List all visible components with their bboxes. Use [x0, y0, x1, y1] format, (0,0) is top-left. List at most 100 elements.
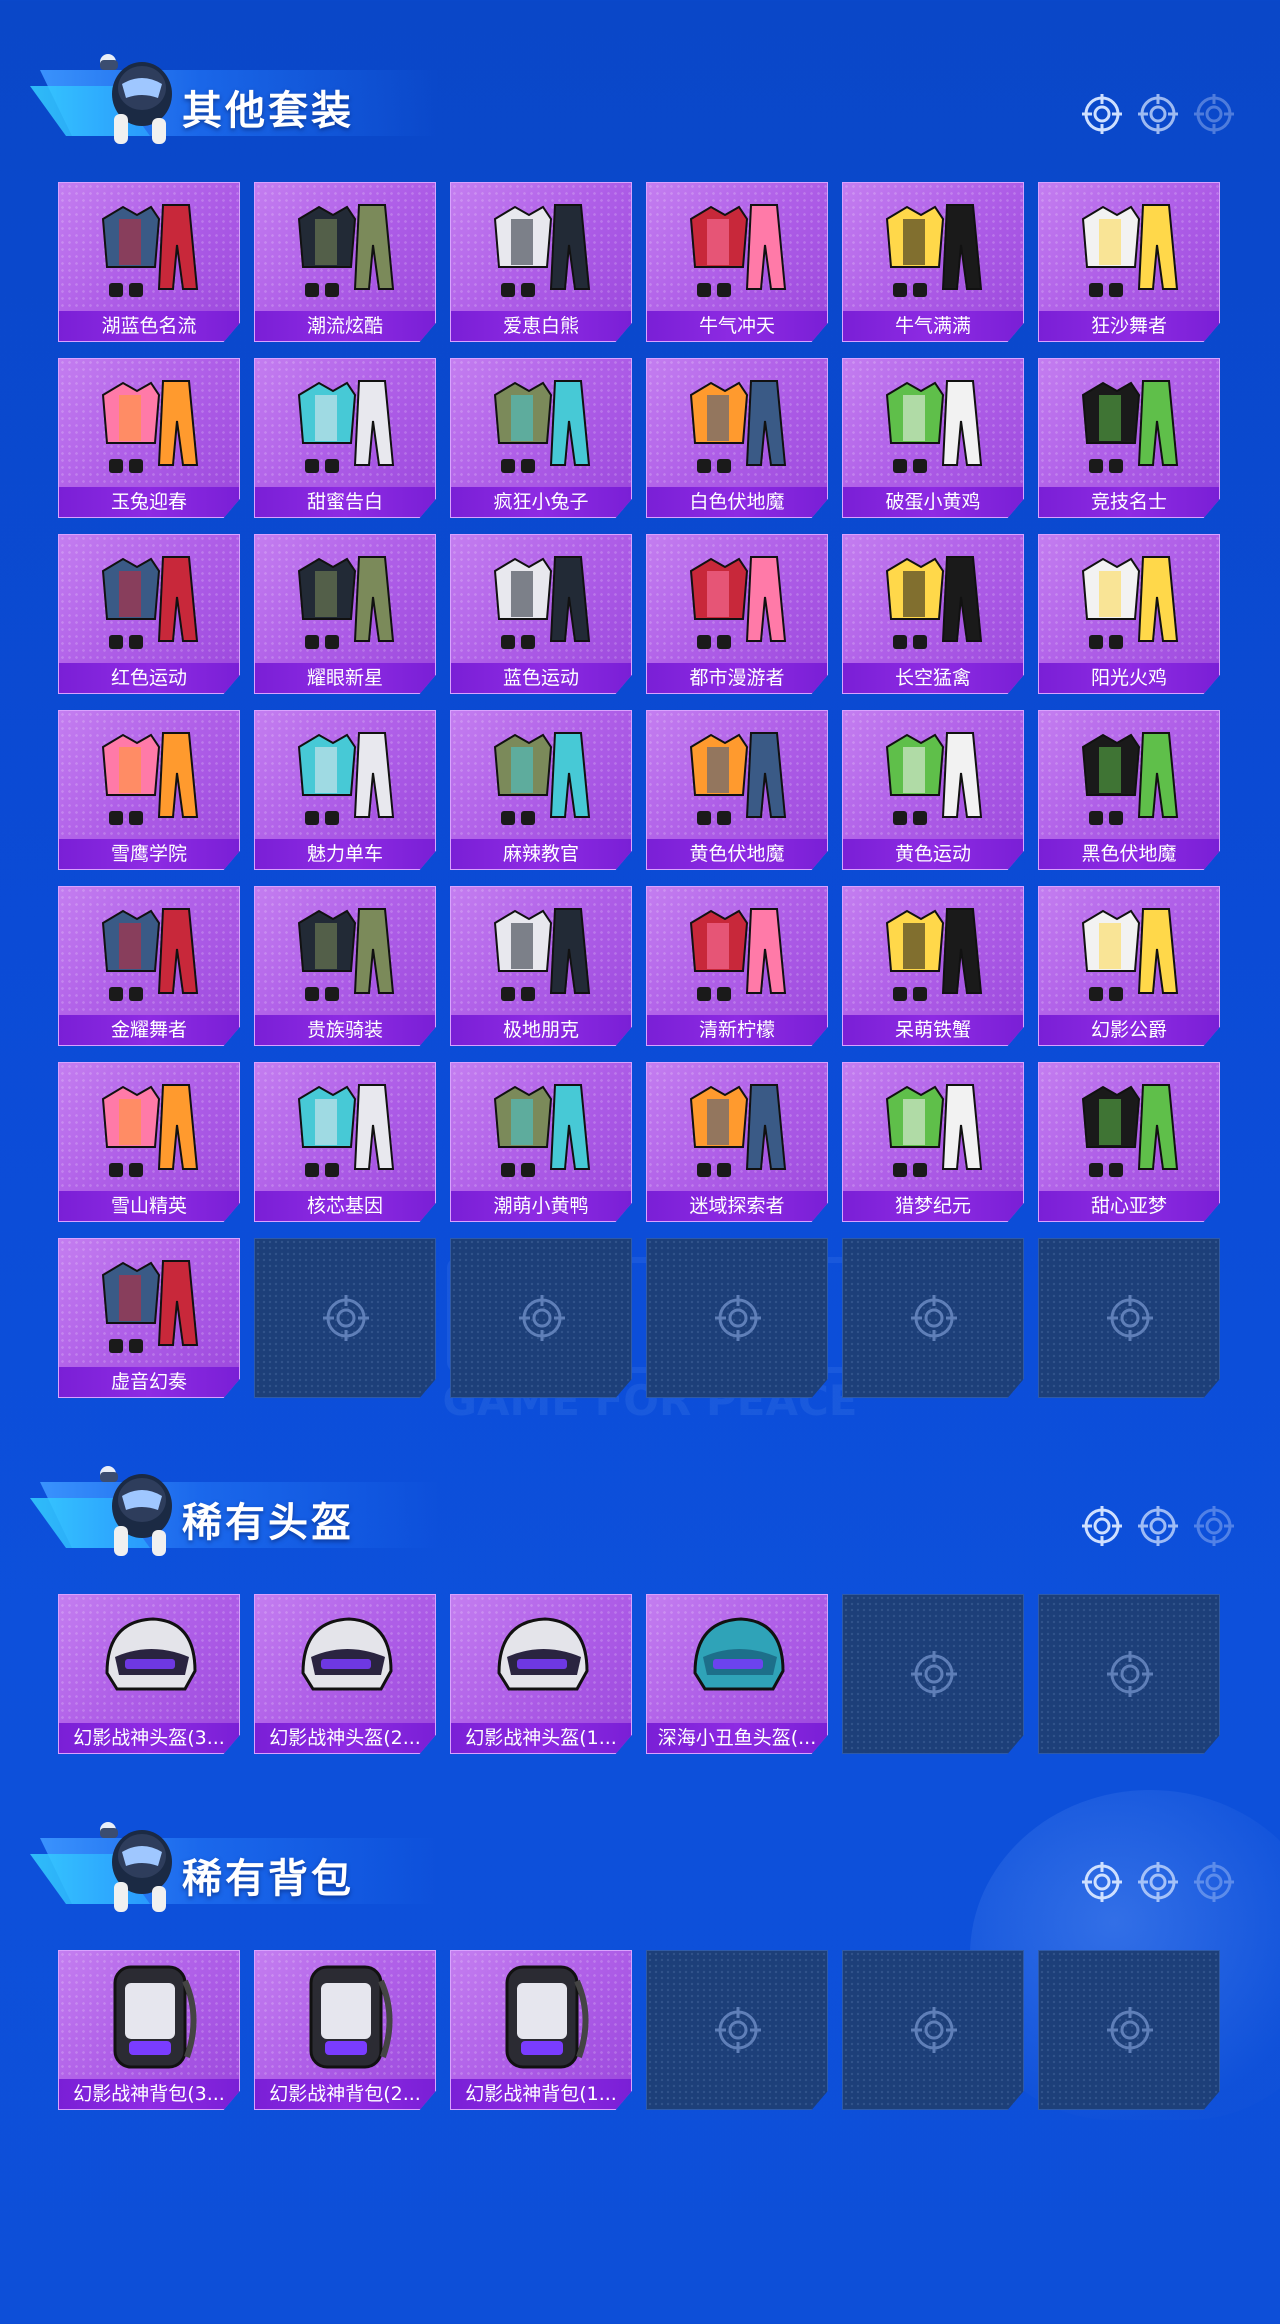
- item-label: 甜心亚梦: [1039, 1191, 1219, 1221]
- item-image: [285, 541, 407, 659]
- item-card[interactable]: 疯狂小兔子: [450, 358, 632, 518]
- item-card[interactable]: 深海小丑鱼头盔(...: [646, 1594, 828, 1754]
- item-card[interactable]: 幻影战神背包(3...: [58, 1950, 240, 2110]
- item-card[interactable]: 黄色伏地魔: [646, 710, 828, 870]
- item-image: [89, 1245, 211, 1363]
- section-title: 稀有头盔: [182, 1500, 354, 1546]
- item-image: [89, 1069, 211, 1187]
- item-image: [481, 365, 603, 483]
- item-card[interactable]: 幻影战神背包(2...: [254, 1950, 436, 2110]
- item-image: [873, 893, 995, 1011]
- item-label: 清新柠檬: [647, 1015, 827, 1045]
- crosshair-icon: [1192, 92, 1236, 136]
- item-label: 金耀舞者: [59, 1015, 239, 1045]
- item-image: [873, 541, 995, 659]
- item-card[interactable]: 竞技名士: [1038, 358, 1220, 518]
- item-label: 呆萌铁蟹: [843, 1015, 1023, 1045]
- item-image: [285, 1069, 407, 1187]
- item-label: 幻影战神头盔(1...: [451, 1723, 631, 1753]
- item-card[interactable]: 黄色运动: [842, 710, 1024, 870]
- item-card[interactable]: 幻影公爵: [1038, 886, 1220, 1046]
- item-card[interactable]: 狂沙舞者: [1038, 182, 1220, 342]
- item-card[interactable]: 甜蜜告白: [254, 358, 436, 518]
- item-card[interactable]: 阳光火鸡: [1038, 534, 1220, 694]
- item-label: 都市漫游者: [647, 663, 827, 693]
- item-card[interactable]: 都市漫游者: [646, 534, 828, 694]
- item-label: 竞技名士: [1039, 487, 1219, 517]
- item-card[interactable]: 幻影战神头盔(1...: [450, 1594, 632, 1754]
- item-label: 幻影战神背包(2...: [255, 2079, 435, 2109]
- empty-slot: [254, 1238, 436, 1398]
- item-label: 猎梦纪元: [843, 1191, 1023, 1221]
- crosshair-decoration: [1080, 1860, 1250, 1910]
- item-card[interactable]: 幻影战神头盔(2...: [254, 1594, 436, 1754]
- empty-slot-crosshair-icon: [1103, 1291, 1157, 1345]
- item-card[interactable]: 雪山精英: [58, 1062, 240, 1222]
- item-card[interactable]: 魅力单车: [254, 710, 436, 870]
- item-card[interactable]: 白色伏地魔: [646, 358, 828, 518]
- item-image: [677, 365, 799, 483]
- item-card[interactable]: 虚音幻奏: [58, 1238, 240, 1398]
- item-card[interactable]: 核芯基因: [254, 1062, 436, 1222]
- item-image: [285, 1957, 407, 2075]
- item-label: 黑色伏地魔: [1039, 839, 1219, 869]
- item-card[interactable]: 猎梦纪元: [842, 1062, 1024, 1222]
- item-card[interactable]: 极地朋克: [450, 886, 632, 1046]
- item-label: 虚音幻奏: [59, 1367, 239, 1397]
- item-image: [481, 189, 603, 307]
- item-image: [89, 893, 211, 1011]
- item-card[interactable]: 雪鹰学院: [58, 710, 240, 870]
- item-label: 破蛋小黄鸡: [843, 487, 1023, 517]
- item-card[interactable]: 贵族骑装: [254, 886, 436, 1046]
- item-image: [677, 717, 799, 835]
- item-label: 雪鹰学院: [59, 839, 239, 869]
- item-label: 幻影战神背包(1...: [451, 2079, 631, 2109]
- item-label: 疯狂小兔子: [451, 487, 631, 517]
- empty-slot: [646, 1238, 828, 1398]
- item-image: [1069, 1069, 1191, 1187]
- item-card[interactable]: 破蛋小黄鸡: [842, 358, 1024, 518]
- crosshair-icon: [1192, 1504, 1236, 1548]
- item-card[interactable]: 金耀舞者: [58, 886, 240, 1046]
- item-image: [89, 541, 211, 659]
- item-card[interactable]: 麻辣教官: [450, 710, 632, 870]
- item-label: 白色伏地魔: [647, 487, 827, 517]
- item-card[interactable]: 潮流炫酷: [254, 182, 436, 342]
- item-card[interactable]: 甜心亚梦: [1038, 1062, 1220, 1222]
- item-image: [1069, 189, 1191, 307]
- item-label: 阳光火鸡: [1039, 663, 1219, 693]
- item-card[interactable]: 牛气冲天: [646, 182, 828, 342]
- crosshair-icon: [1192, 1860, 1236, 1904]
- empty-slot-crosshair-icon: [907, 2003, 961, 2057]
- item-card[interactable]: 呆萌铁蟹: [842, 886, 1024, 1046]
- item-card[interactable]: 耀眼新星: [254, 534, 436, 694]
- item-card[interactable]: 清新柠檬: [646, 886, 828, 1046]
- item-label: 爱恵白熊: [451, 311, 631, 341]
- item-card[interactable]: 潮萌小黄鸭: [450, 1062, 632, 1222]
- empty-slot: [842, 1950, 1024, 2110]
- crosshair-decoration: [1080, 92, 1250, 142]
- empty-slot-crosshair-icon: [1103, 2003, 1157, 2057]
- item-image: [481, 717, 603, 835]
- section-1: 其他套装 湖蓝色名流 潮流炫酷 爱恵白熊 牛气冲天 牛气满满 狂沙舞者 玉兔迎春…: [0, 40, 1280, 1422]
- item-label: 潮流炫酷: [255, 311, 435, 341]
- item-card[interactable]: 黑色伏地魔: [1038, 710, 1220, 870]
- item-card[interactable]: 长空猛禽: [842, 534, 1024, 694]
- item-card[interactable]: 蓝色运动: [450, 534, 632, 694]
- skydiver-mascot-icon: [92, 1816, 188, 1920]
- item-card[interactable]: 牛气满满: [842, 182, 1024, 342]
- item-card[interactable]: 红色运动: [58, 534, 240, 694]
- item-image: [1069, 541, 1191, 659]
- item-card[interactable]: 玉兔迎春: [58, 358, 240, 518]
- item-image: [481, 1069, 603, 1187]
- item-card[interactable]: 幻影战神背包(1...: [450, 1950, 632, 2110]
- item-image: [873, 365, 995, 483]
- item-label: 雪山精英: [59, 1191, 239, 1221]
- item-card[interactable]: 爱恵白熊: [450, 182, 632, 342]
- item-card[interactable]: 迷域探索者: [646, 1062, 828, 1222]
- empty-slot-crosshair-icon: [907, 1647, 961, 1701]
- item-label: 红色运动: [59, 663, 239, 693]
- item-image: [89, 189, 211, 307]
- item-card[interactable]: 湖蓝色名流: [58, 182, 240, 342]
- item-card[interactable]: 幻影战神头盔(3...: [58, 1594, 240, 1754]
